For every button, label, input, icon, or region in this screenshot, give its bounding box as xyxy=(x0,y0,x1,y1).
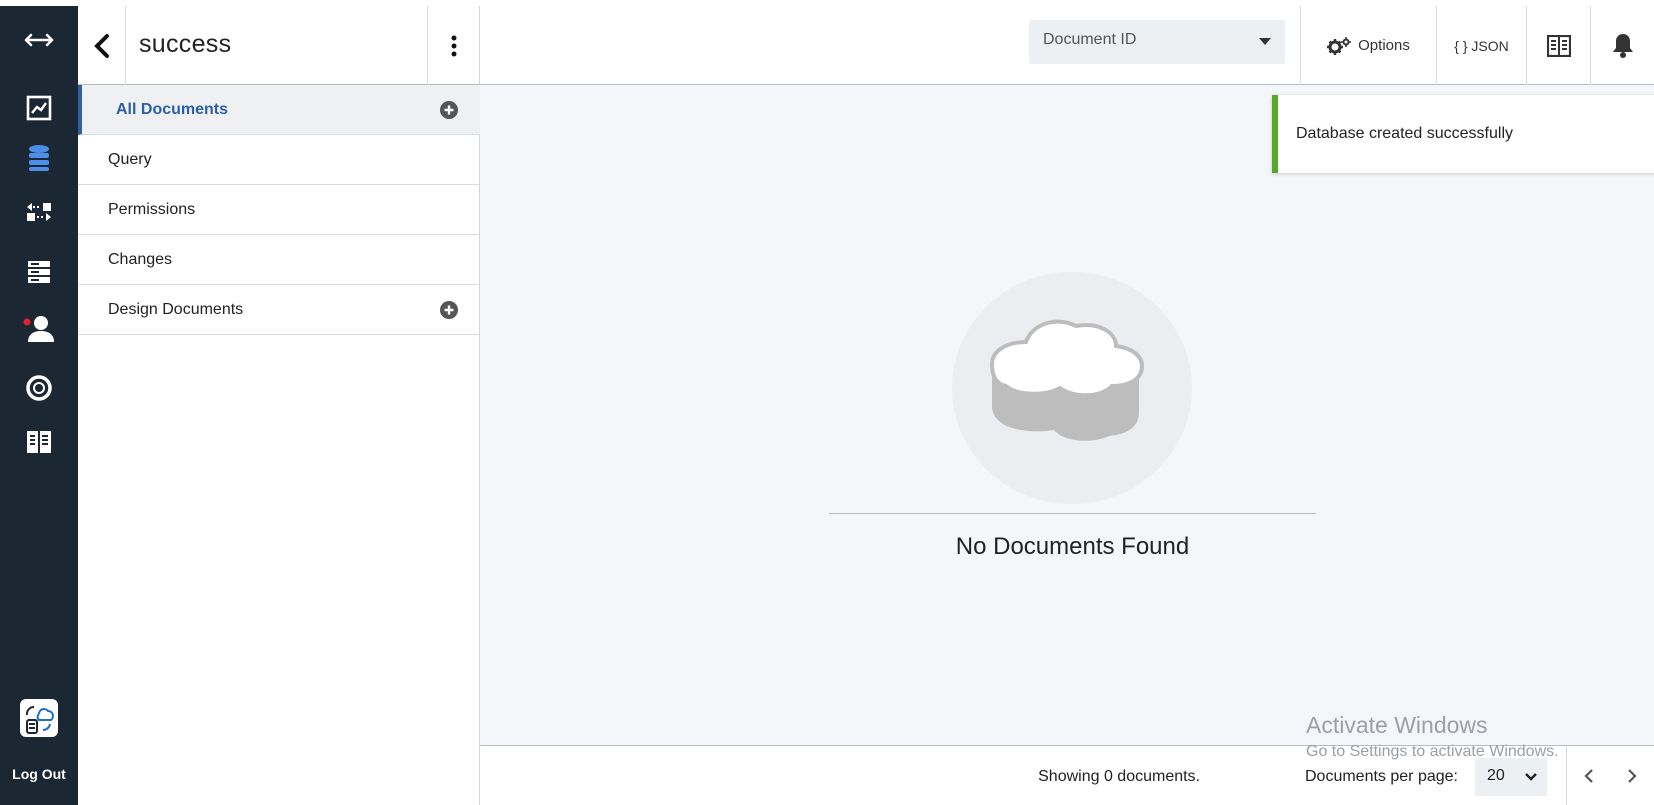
chevron-down-icon xyxy=(1525,773,1537,781)
document-count: Showing 0 documents. xyxy=(1038,768,1200,785)
databases-icon[interactable] xyxy=(0,136,78,180)
empty-state-illustration xyxy=(952,272,1192,504)
document-toolbar: Document ID Options { } JSON xyxy=(480,6,1654,85)
book-icon xyxy=(1546,34,1571,57)
toggle-nav-icon[interactable] xyxy=(0,18,78,62)
database-sidebar: success All Documents Query Permissions … xyxy=(78,6,480,805)
chevron-left-icon xyxy=(93,33,109,58)
replication-icon[interactable] xyxy=(0,190,78,234)
empty-state-message: No Documents Found xyxy=(955,533,1190,560)
primary-nav-rail: Log Out xyxy=(0,6,78,805)
add-design-document-icon[interactable] xyxy=(440,301,458,319)
logout-button[interactable]: Log Out xyxy=(0,766,78,782)
app-window: Log Out success All Documents Query Perm… xyxy=(0,0,1654,805)
json-label: { } JSON xyxy=(1454,37,1509,54)
empty-state-divider xyxy=(829,513,1316,514)
sidebar-item-label: Query xyxy=(108,150,152,168)
notifications-button[interactable] xyxy=(1590,6,1654,85)
documentation-book-icon[interactable] xyxy=(0,420,78,464)
add-document-icon[interactable] xyxy=(440,101,458,119)
bell-icon xyxy=(1612,33,1633,58)
documentation-button[interactable] xyxy=(1526,6,1590,85)
document-id-select[interactable]: Document ID xyxy=(1029,20,1285,64)
support-lifebuoy-icon[interactable] xyxy=(0,366,78,410)
sidebar-item-all-documents[interactable]: All Documents xyxy=(78,85,480,135)
user-management-icon[interactable] xyxy=(0,306,78,350)
sidebar-item-design-documents[interactable]: Design Documents xyxy=(78,285,480,335)
success-notification: Database created successfully xyxy=(1272,95,1654,173)
database-name: success xyxy=(139,30,232,58)
notification-message: Database created successfully xyxy=(1296,125,1513,142)
document-id-select-value: Document ID xyxy=(1043,31,1137,48)
per-page-label: Documents per page: xyxy=(1305,768,1458,785)
json-view-button[interactable]: { } JSON xyxy=(1436,6,1526,85)
gears-icon xyxy=(1327,36,1352,55)
sidebar-item-label: Permissions xyxy=(108,200,196,218)
per-page-value: 20 xyxy=(1487,767,1505,784)
sidebar-item-label: Design Documents xyxy=(108,300,244,318)
options-button[interactable]: Options xyxy=(1300,6,1436,85)
per-page-select[interactable]: 20 xyxy=(1475,758,1547,796)
database-menu-button[interactable] xyxy=(427,6,480,85)
pagination-footer: Showing 0 documents. Documents per page:… xyxy=(480,745,1654,805)
caret-down-icon xyxy=(1259,38,1271,45)
server-icon[interactable] xyxy=(0,250,78,294)
activity-chart-icon[interactable] xyxy=(0,86,78,130)
sidebar-item-permissions[interactable]: Permissions xyxy=(78,185,480,235)
sidebar-item-label: Changes xyxy=(108,250,173,268)
documents-panel: Database created successfully No Documen… xyxy=(480,85,1654,745)
cloud-database-icon xyxy=(989,319,1145,441)
sidebar-item-query[interactable]: Query xyxy=(78,135,480,185)
database-header: success xyxy=(78,6,480,85)
next-page-button[interactable] xyxy=(1610,746,1654,805)
chevron-left-icon xyxy=(1583,769,1593,783)
options-label: Options xyxy=(1358,37,1410,54)
sidebar-item-label: All Documents xyxy=(116,100,229,118)
cloud-account-icon[interactable] xyxy=(0,696,78,740)
previous-page-button[interactable] xyxy=(1566,746,1610,805)
vertical-dots-icon xyxy=(451,35,457,56)
back-button[interactable] xyxy=(78,6,126,85)
sidebar-item-changes[interactable]: Changes xyxy=(78,235,480,285)
chevron-right-icon xyxy=(1628,769,1637,783)
